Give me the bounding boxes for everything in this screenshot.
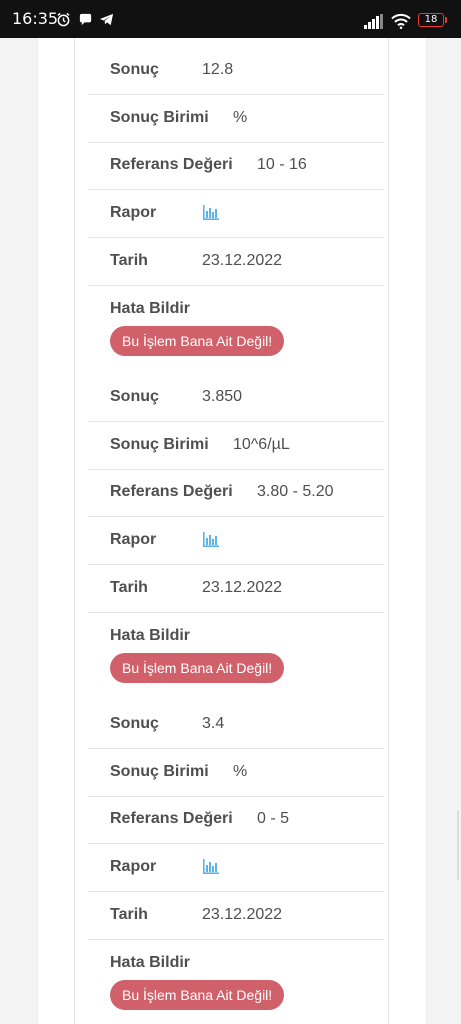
reference-label: Referans Değeri xyxy=(110,810,233,827)
not-mine-button[interactable]: Bu İşlem Bana Ait Değil! xyxy=(110,980,285,1010)
unit-row: Sonuç Birimi 10^6/µL xyxy=(88,422,384,470)
result-label: Sonuç xyxy=(110,715,159,732)
scrollbar-thumb[interactable] xyxy=(457,810,459,880)
date-value: 23.12.2022 xyxy=(202,579,283,596)
status-bar: 16:35 18 xyxy=(0,0,461,38)
report-error-label: Hata Bildir xyxy=(110,300,191,317)
date-value: 23.12.2022 xyxy=(202,252,283,269)
result-row: Sonuç 3.850 xyxy=(88,374,384,422)
report-label: Rapor xyxy=(110,858,157,875)
reference-label: Referans Değeri xyxy=(110,483,233,500)
bar-chart-icon[interactable] xyxy=(202,859,219,874)
report-error-label: Hata Bildir xyxy=(110,627,191,644)
unit-value: 10^6/µL xyxy=(233,436,290,453)
report-error-row: Hata Bildir Bu İşlem Bana Ait Değil! xyxy=(88,286,384,372)
report-label: Rapor xyxy=(110,204,157,221)
date-label: Tarih xyxy=(110,906,148,923)
unit-row: Sonuç Birimi % xyxy=(88,749,384,797)
reference-row: Referans Değeri 0 - 5 xyxy=(88,796,384,844)
result-row: Sonuç 12.8 xyxy=(88,47,384,95)
report-error-row: Hata Bildir Bu İşlem Bana Ait Değil! xyxy=(88,613,384,699)
status-time: 16:35 xyxy=(12,9,59,28)
result-label: Sonuç xyxy=(110,61,159,78)
unit-value: % xyxy=(233,763,248,780)
alarm-icon xyxy=(57,12,70,27)
not-mine-button[interactable]: Bu İşlem Bana Ait Değil! xyxy=(110,326,285,356)
wifi-icon xyxy=(391,13,411,29)
date-row: Tarih 23.12.2022 xyxy=(88,238,384,286)
reference-row: Referans Değeri 10 - 16 xyxy=(88,142,384,190)
report-error-row: Hata Bildir Bu İşlem Bana Ait Değil! xyxy=(88,940,384,1024)
not-mine-button[interactable]: Bu İşlem Bana Ait Değil! xyxy=(110,653,285,683)
result-value: 3.850 xyxy=(202,388,243,405)
unit-row: Sonuç Birimi % xyxy=(88,95,384,143)
reference-label: Referans Değeri xyxy=(110,156,233,173)
chat-icon xyxy=(79,13,92,26)
result-value: 12.8 xyxy=(202,61,234,78)
report-row: Rapor xyxy=(88,844,384,892)
report-error-label: Hata Bildir xyxy=(110,954,191,971)
signal-icon xyxy=(364,14,383,29)
telegram-icon xyxy=(99,13,114,26)
result-row: Sonuç 3.4 xyxy=(88,701,384,749)
bar-chart-icon[interactable] xyxy=(202,532,219,547)
result-value: 3.4 xyxy=(202,715,225,732)
battery-icon: 18 xyxy=(418,13,444,27)
unit-label: Sonuç Birimi xyxy=(110,436,209,453)
report-row: Rapor xyxy=(88,190,384,238)
unit-label: Sonuç Birimi xyxy=(110,109,209,126)
reference-value: 0 - 5 xyxy=(257,810,290,827)
date-label: Tarih xyxy=(110,252,148,269)
unit-value: % xyxy=(233,109,248,126)
date-row: Tarih 23.12.2022 xyxy=(88,892,384,940)
battery-cap xyxy=(445,17,447,23)
report-row: Rapor xyxy=(88,517,384,565)
date-value: 23.12.2022 xyxy=(202,906,283,923)
result-label: Sonuç xyxy=(110,388,159,405)
date-label: Tarih xyxy=(110,579,148,596)
reference-row: Referans Değeri 3.80 - 5.20 xyxy=(88,469,384,517)
date-row: Tarih 23.12.2022 xyxy=(88,565,384,613)
report-label: Rapor xyxy=(110,531,157,548)
unit-label: Sonuç Birimi xyxy=(110,763,209,780)
bar-chart-icon[interactable] xyxy=(202,205,219,220)
reference-value: 3.80 - 5.20 xyxy=(257,483,334,500)
reference-value: 10 - 16 xyxy=(257,156,307,173)
